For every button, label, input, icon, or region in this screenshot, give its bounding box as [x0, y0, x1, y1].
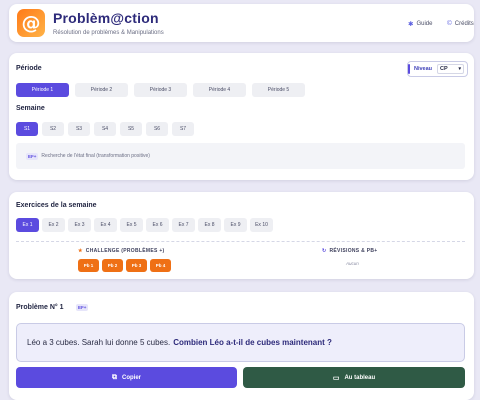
sparkle-icon: ✱: [408, 21, 414, 28]
board-button[interactable]: ▭ Au tableau: [243, 367, 465, 388]
week-tab-4[interactable]: S4: [94, 122, 116, 136]
period-tabs: Période 1 Période 2 Période 3 Période 4 Péri…: [16, 83, 311, 97]
board-button-label: Au tableau: [344, 374, 376, 381]
period-tab-3[interactable]: Période 3: [134, 83, 187, 97]
exercise-tab-9[interactable]: Ex 9: [224, 218, 247, 232]
chevron-down-icon: ▾: [458, 66, 462, 72]
week-tabs: S1 S2 S3 S4 S5 S6 S7: [16, 122, 198, 136]
exercise-tab-3[interactable]: Ex 3: [68, 218, 91, 232]
week-tab-5[interactable]: S5: [120, 122, 142, 136]
problem-question: Combien Léo a-t-il de cubes maintenant ?: [173, 338, 332, 347]
week-tab-2[interactable]: S2: [42, 122, 64, 136]
copyright-icon: ©: [447, 20, 452, 27]
period-tab-5[interactable]: Période 5: [252, 83, 305, 97]
niveau-select[interactable]: CP ▾: [437, 64, 465, 74]
exercise-tab-10[interactable]: Ex 10: [250, 218, 273, 232]
problem-title: Problème N° 1: [16, 304, 64, 311]
exercise-tabs: Ex 1 Ex 2 Ex 3 Ex 4 Ex 5 Ex 6 Ex 7 Ex 8 Ex 9 Ex 1…: [16, 218, 276, 232]
copy-icon: ⧉: [111, 373, 117, 381]
revisions-empty: Aucun: [346, 261, 359, 266]
exercise-tab-6[interactable]: Ex 6: [146, 218, 169, 232]
challenge-problem-3[interactable]: Pb 3: [126, 259, 147, 272]
monitor-icon: ▭: [332, 374, 340, 382]
period-tab-2[interactable]: Période 2: [75, 83, 128, 97]
week-tab-1[interactable]: S1: [16, 122, 38, 136]
revisions-label: RÉVISIONS & PB+: [329, 248, 378, 254]
info-text: Recherche de l'état final (transformatio…: [41, 153, 150, 159]
problem-badge: EF+: [76, 304, 89, 311]
app-subtitle: Résolution de problèmes & Manipulations: [53, 30, 164, 36]
credits-link-label: Crédits: [454, 20, 474, 27]
week-tab-6[interactable]: S6: [146, 122, 168, 136]
niveau-label: Niveau: [414, 66, 433, 72]
app-header: @ Problèm@ction Résolution de problèmes …: [9, 4, 474, 42]
exercise-tab-7[interactable]: Ex 7: [172, 218, 195, 232]
muscle-icon: ★: [78, 248, 83, 254]
exercises-card: Exercices de la semaine Ex 1 Ex 2 Ex 3 Ex 4…: [9, 192, 474, 279]
period-title: Période: [16, 65, 42, 72]
logo-glyph: @: [21, 12, 41, 34]
problem-statement-box: Léo a 3 cubes. Sarah lui donne 5 cubes. …: [16, 323, 465, 362]
challenge-problem-4[interactable]: Pb 4: [150, 259, 171, 272]
copy-button[interactable]: ⧉ Copier: [16, 367, 237, 388]
guide-link-label: Guide: [416, 21, 433, 27]
copy-button-label: Copier: [121, 374, 141, 381]
week-title: Semaine: [16, 105, 45, 112]
period-info-box: EF+ Recherche de l'état final (transform…: [16, 143, 465, 169]
challenge-problem-1[interactable]: Pb 1: [78, 259, 99, 272]
period-tab-4[interactable]: Période 4: [193, 83, 246, 97]
week-tab-3[interactable]: S3: [68, 122, 90, 136]
refresh-icon: ↻: [322, 248, 327, 254]
challenge-label: CHALLENGE (PROBLÈMES +): [85, 248, 165, 254]
exercise-tab-2[interactable]: Ex 2: [42, 218, 65, 232]
problem-card: Problème N° 1 EF+ Léo a 3 cubes. Sarah l…: [9, 292, 474, 400]
niveau-value: CP: [440, 66, 448, 72]
exercise-tab-4[interactable]: Ex 4: [94, 218, 117, 232]
period-tab-1[interactable]: Période 1: [16, 83, 69, 97]
exercise-tab-5[interactable]: Ex 5: [120, 218, 143, 232]
challenge-heading: ★ CHALLENGE (PROBLÈMES +): [78, 248, 165, 254]
challenge-problems: Pb 1 Pb 2 Pb 3 Pb 4: [78, 259, 174, 272]
exercises-title: Exercices de la semaine: [16, 202, 97, 209]
week-tab-7[interactable]: S7: [172, 122, 194, 136]
niveau-selector[interactable]: Niveau CP ▾: [407, 61, 468, 77]
app-title: Problèm@ction: [53, 10, 159, 26]
exercise-tab-8[interactable]: Ex 8: [198, 218, 221, 232]
challenge-problem-2[interactable]: Pb 2: [102, 259, 123, 272]
revisions-heading: ↻ RÉVISIONS & PB+: [322, 248, 377, 254]
credits-link[interactable]: © Crédits: [447, 20, 474, 27]
period-card: Période Niveau CP ▾ Période 1 Période 2 Pé…: [9, 53, 474, 180]
exercise-tab-1[interactable]: Ex 1: [16, 218, 39, 232]
problem-statement: Léo a 3 cubes. Sarah lui donne 5 cubes.: [27, 338, 171, 347]
logo: @: [17, 9, 45, 37]
info-badge: EF+: [26, 152, 39, 160]
guide-link[interactable]: ✱ Guide: [408, 20, 432, 28]
divider: [16, 241, 465, 242]
